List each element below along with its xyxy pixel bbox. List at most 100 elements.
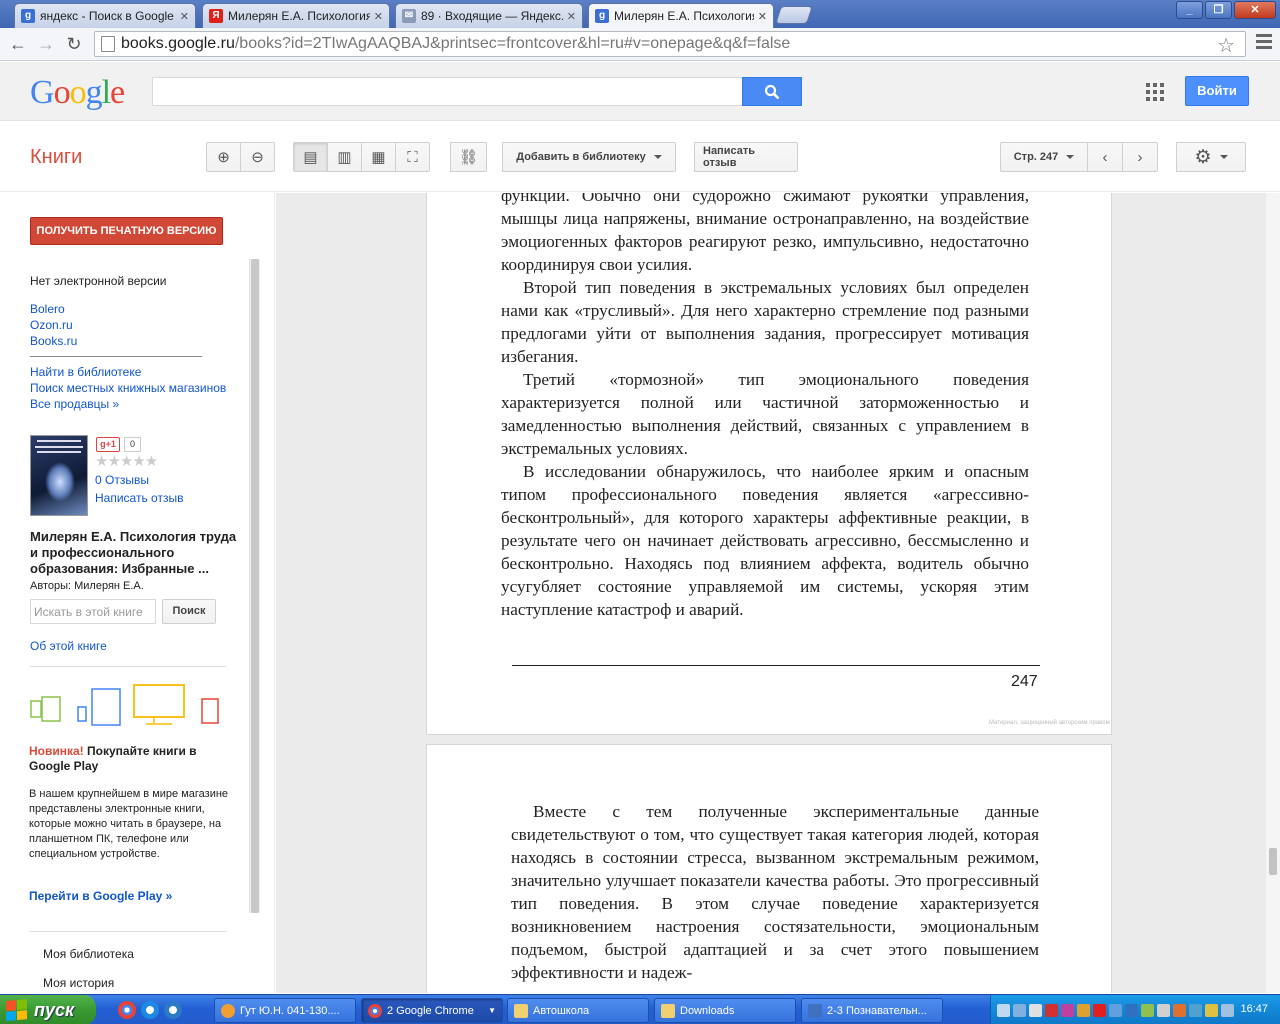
settings-button[interactable]: ⚙ [1176, 142, 1246, 172]
thumbnail-view-button[interactable]: ▦ [361, 142, 396, 172]
write-review-button[interactable]: Написать отзыв [694, 142, 798, 172]
reload-icon[interactable]: ↻ [62, 32, 86, 56]
books-toolbar: Книги ⊕ ⊖ ▤ ▥ ▦ ⛶ ⛓ Добавить в библиотек… [0, 122, 1280, 192]
taskbar-item-autoschool[interactable]: Автошкола [507, 998, 649, 1023]
tab-yandex-search[interactable]: g яндекс - Поиск в Google ✕ [14, 3, 196, 28]
chrome-menu-icon[interactable] [1256, 34, 1272, 52]
tray-icon[interactable] [1109, 1003, 1122, 1017]
taskbar-item-downloads[interactable]: Downloads [654, 998, 796, 1023]
search-button[interactable] [742, 77, 802, 106]
play-devices-illustration [30, 684, 219, 726]
link-button[interactable]: ⛓ [450, 142, 488, 172]
tab-milerian-book-active[interactable]: g Милерян Е.А. Психология т ✕ [588, 3, 774, 28]
clock: 16:47 [1240, 1003, 1268, 1015]
get-print-version-button[interactable]: ПОЛУЧИТЬ ПЕЧАТНУЮ ВЕРСИЮ [30, 217, 223, 245]
signin-button[interactable]: Войти [1185, 76, 1249, 106]
tray-icon[interactable] [1189, 1003, 1202, 1017]
taskbar-item-gut[interactable]: Гут Ю.Н. 041-130.... [214, 998, 356, 1023]
divider [30, 931, 226, 932]
bookmark-star-icon[interactable]: ☆ [1217, 33, 1235, 58]
about-book-link[interactable]: Об этой книге [30, 639, 107, 653]
seller-link-books-ru[interactable]: Books.ru [30, 334, 77, 348]
prev-page-button[interactable]: ‹ [1087, 142, 1123, 172]
zoom-out-button[interactable]: ⊖ [240, 142, 275, 172]
scrollbar-thumb[interactable] [251, 259, 259, 913]
tray-icon[interactable] [1029, 1003, 1042, 1017]
new-tab-button[interactable] [775, 6, 813, 24]
window-close-icon[interactable]: ✕ [1234, 1, 1276, 19]
find-in-library-link[interactable]: Найти в библиотеке [30, 365, 141, 379]
google-play-promo-text: В нашем крупнейшем в мире магазине предс… [29, 788, 229, 860]
fullscreen-icon: ⛶ [407, 148, 418, 166]
tray-icon[interactable] [1141, 1003, 1154, 1017]
two-page-view-button[interactable]: ▥ [327, 142, 362, 172]
tray-icon[interactable] [1061, 1003, 1074, 1017]
folder-icon [514, 1003, 528, 1018]
scrollbar-thumb[interactable] [1269, 848, 1277, 875]
write-review-link[interactable]: Написать отзыв [95, 491, 183, 505]
taskbar-item-chrome[interactable]: 2 Google Chrome ▼ [361, 998, 503, 1023]
seller-link-bolero[interactable]: Bolero [30, 302, 65, 316]
go-to-google-play-link[interactable]: Перейти в Google Play » [29, 889, 172, 903]
viewer-scrollbar[interactable] [1266, 193, 1280, 993]
tray-icon[interactable] [1173, 1003, 1186, 1017]
books-title[interactable]: Книги [30, 146, 82, 169]
tab-milerian-book[interactable]: Я Милерян Е.А. Психология т ✕ [202, 3, 390, 28]
tray-icon[interactable] [997, 1003, 1010, 1017]
screen: g яндекс - Поиск в Google ✕ Я Милерян Е.… [0, 0, 1280, 1024]
chrome-quicklaunch-icon[interactable] [118, 1001, 136, 1019]
tray-icon[interactable] [1045, 1003, 1058, 1017]
find-local-stores-link[interactable]: Поиск местных книжных магазинов [30, 381, 226, 395]
rating-stars-icon: ★★★★★ [95, 453, 158, 470]
nav-my-library[interactable]: Моя библиотека [43, 947, 134, 961]
ie-quicklaunch-icon[interactable] [141, 1001, 159, 1019]
close-icon[interactable]: ✕ [180, 10, 189, 23]
forward-arrow-icon[interactable]: → [34, 32, 58, 56]
next-page-button[interactable]: › [1122, 142, 1158, 172]
google-logo[interactable]: Google [30, 74, 125, 112]
close-icon[interactable]: ✕ [567, 10, 576, 23]
tray-icon[interactable] [1077, 1003, 1090, 1017]
no-ebook-label: Нет электронной версии [30, 274, 167, 288]
yandex-favicon-icon: Я [209, 9, 223, 23]
tab-title: Милерян Е.А. Психология т [614, 9, 754, 23]
apps-grid-icon[interactable] [1146, 83, 1164, 101]
page-select-dropdown[interactable]: Стр. 247 [1000, 142, 1088, 172]
sidebar-scrollbar[interactable] [249, 259, 260, 913]
tray-icon[interactable] [1205, 1003, 1218, 1017]
back-arrow-icon[interactable]: ← [6, 32, 30, 56]
tray-icon[interactable] [1013, 1003, 1026, 1017]
address-bar[interactable]: books.google.ru/books?id=2TIwAgAAQBAJ&pr… [94, 31, 1246, 57]
chevron-down-icon: ▼ [488, 1006, 496, 1015]
fullscreen-button[interactable]: ⛶ [395, 142, 430, 172]
zoom-in-button[interactable]: ⊕ [206, 142, 241, 172]
search-in-book-input[interactable]: Искать в этой книге [30, 599, 156, 624]
volume-icon[interactable] [1221, 1003, 1234, 1017]
gear-icon: ⚙ [1194, 146, 1212, 168]
add-to-library-button[interactable]: Добавить в библиотеку [502, 142, 676, 172]
close-icon[interactable]: ✕ [374, 10, 383, 23]
chevron-down-icon [653, 155, 662, 159]
view-mode-group: ▤ ▥ ▦ ⛶ [293, 142, 430, 172]
seller-link-ozon[interactable]: Ozon.ru [30, 318, 73, 332]
app-quicklaunch-icon[interactable] [164, 1001, 182, 1019]
start-button[interactable]: пуск [0, 995, 96, 1024]
taskbar-item-document[interactable]: 2-3 Познавательн... [801, 998, 943, 1023]
google-search-input[interactable] [152, 77, 743, 106]
minimize-icon[interactable]: _ [1176, 1, 1203, 19]
tray-icon[interactable] [1157, 1003, 1170, 1017]
reviews-count-link[interactable]: 0 Отзывы [95, 473, 149, 487]
single-page-view-button[interactable]: ▤ [293, 142, 328, 172]
tab-yandex-mail[interactable]: ✉ 89 · Входящие — Яндекс.П ✕ [395, 3, 583, 28]
chevron-down-icon [1219, 155, 1228, 159]
close-icon[interactable]: ✕ [758, 10, 767, 23]
tray-icon[interactable] [1093, 1003, 1106, 1017]
all-sellers-link[interactable]: Все продавцы » [30, 397, 119, 411]
book-cover-thumbnail[interactable] [30, 435, 88, 516]
book-viewer[interactable]: функции. Обычно они судорожно сжимают ру… [276, 193, 1280, 993]
tray-icon[interactable] [1125, 1003, 1138, 1017]
nav-my-history[interactable]: Моя история [43, 976, 114, 990]
search-in-book-button[interactable]: Поиск [162, 599, 216, 624]
google-plus-one-button[interactable]: g+1 [96, 437, 120, 452]
restore-icon[interactable]: ❐ [1205, 1, 1232, 19]
